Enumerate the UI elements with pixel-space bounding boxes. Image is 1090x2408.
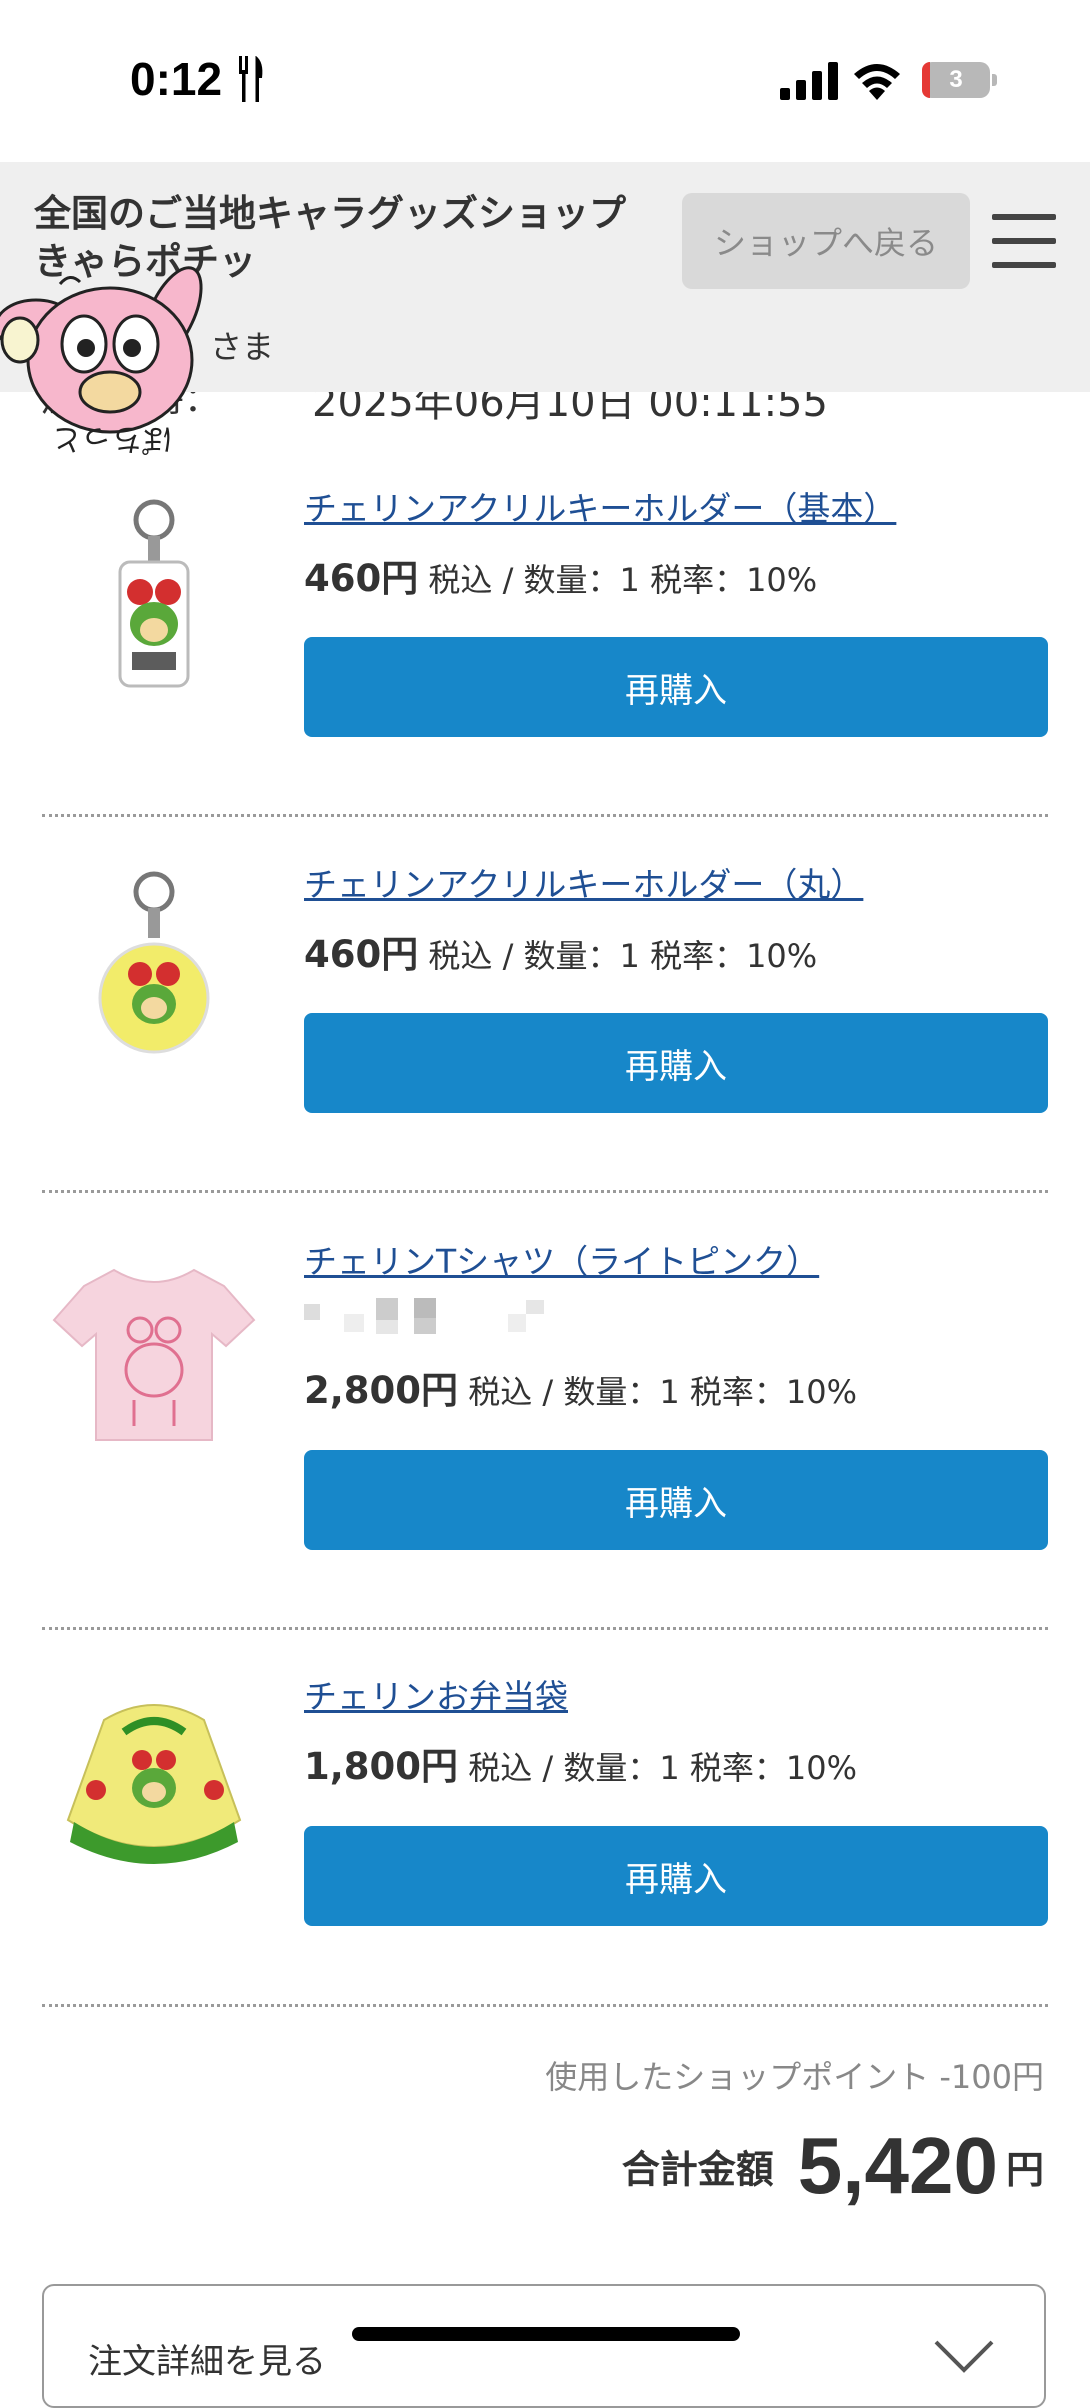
rebuy-button[interactable]: 再購入 — [304, 1450, 1048, 1550]
item-meta: 税込 / 数量：1 税率：10% — [458, 1749, 858, 1787]
item-name-link[interactable]: チェリンTシャツ（ライトピンク） — [304, 1235, 819, 1283]
item-price-line: 2,800円 税込 / 数量：1 税率：10% — [304, 1360, 857, 1414]
keychain-round-thumbnail[interactable] — [44, 866, 264, 1076]
blurred-option-text — [304, 1298, 544, 1334]
total-amount: 5,420 — [797, 2121, 998, 2210]
rebuy-button[interactable]: 再購入 — [304, 1013, 1048, 1113]
wifi-icon — [854, 64, 900, 100]
home-indicator[interactable] — [352, 2327, 740, 2341]
chevron-down-icon — [934, 2340, 994, 2373]
order-total: 合計金額 5,420 円 — [622, 2120, 1044, 2212]
total-label: 合計金額 — [621, 2147, 774, 2192]
item-meta: 税込 / 数量：1 税率：10% — [418, 561, 818, 599]
item-price: 460円 — [304, 557, 419, 600]
rebuy-button[interactable]: 再購入 — [304, 637, 1048, 737]
item-meta: 税込 / 数量：1 税率：10% — [418, 937, 818, 975]
item-divider — [42, 1627, 1048, 1630]
battery-level: 3 — [949, 66, 963, 93]
battery-icon: 3 — [922, 62, 998, 98]
shop-points-used: 使用したショップポイント -100円 — [545, 2058, 1044, 2096]
order-details-label: 注文詳細を見る — [88, 2342, 326, 2382]
item-name-link[interactable]: チェリンアクリルキーホルダー（丸） — [304, 858, 863, 906]
item-price-line: 460円 税込 / 数量：1 税率：10% — [304, 924, 817, 978]
rebuy-button[interactable]: 再購入 — [304, 1826, 1048, 1926]
status-bar: 0:12 3 — [0, 0, 1090, 160]
back-to-shop-button[interactable]: ショップへ戻る — [682, 193, 970, 289]
item-name-link[interactable]: チェリンお弁当袋 — [304, 1670, 568, 1718]
item-divider — [42, 1190, 1048, 1193]
total-currency-unit: 円 — [1005, 2147, 1044, 2192]
lunch-bag-thumbnail[interactable] — [44, 1690, 264, 1870]
keychain-basic-thumbnail[interactable] — [44, 492, 264, 702]
item-price: 460円 — [304, 933, 419, 976]
item-divider — [42, 2004, 1048, 2007]
item-price: 2,800円 — [304, 1369, 459, 1412]
item-divider — [42, 814, 1048, 817]
mascot-caption: ぽちっと — [52, 421, 172, 456]
tshirt-thumbnail[interactable] — [44, 1250, 264, 1450]
status-time: 0:12 — [130, 53, 223, 105]
order-details-toggle[interactable]: 注文詳細を見る — [42, 2284, 1046, 2408]
item-price-line: 460円 税込 / 数量：1 税率：10% — [304, 548, 817, 602]
item-price-line: 1,800円 税込 / 数量：1 税率：10% — [304, 1736, 857, 1790]
hamburger-menu-icon[interactable] — [992, 214, 1056, 268]
cellular-signal-icon — [780, 62, 838, 100]
item-price: 1,800円 — [304, 1745, 459, 1788]
fork-knife-icon — [239, 56, 263, 102]
item-meta: 税込 / 数量：1 税率：10% — [458, 1373, 858, 1411]
item-name-link[interactable]: チェリンアクリルキーホルダー（基本） — [304, 482, 896, 530]
